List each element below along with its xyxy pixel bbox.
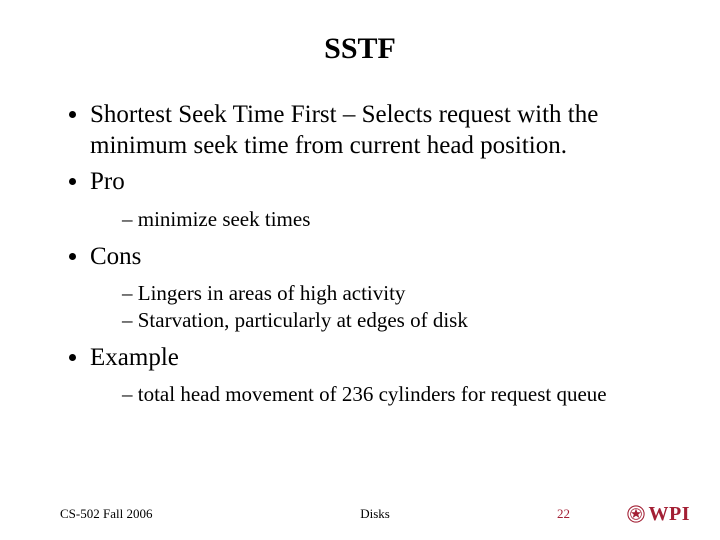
wpi-logo-text: WPI	[649, 503, 691, 526]
sub-list: total head movement of 236 cylinders for…	[90, 381, 660, 407]
sub-list: minimize seek times	[90, 206, 660, 232]
wpi-seal-icon	[627, 505, 645, 523]
bullet-item: Cons Lingers in areas of high activity S…	[90, 242, 660, 333]
bullet-text: Example	[90, 344, 179, 371]
page-title: SSTF	[60, 32, 660, 66]
sub-item: Lingers in areas of high activity	[122, 280, 660, 306]
slide: SSTF Shortest Seek Time First – Selects …	[0, 0, 720, 540]
footer: CS-502 Fall 2006 Disks 22 WPI	[60, 506, 690, 522]
footer-course: CS-502 Fall 2006	[60, 506, 152, 522]
sub-item: Starvation, particularly at edges of dis…	[122, 307, 660, 333]
footer-topic: Disks	[360, 506, 390, 522]
footer-logo: WPI	[627, 503, 691, 526]
bullet-text: Cons	[90, 243, 141, 270]
bullet-list: Shortest Seek Time First – Selects reque…	[60, 100, 660, 408]
sub-list: Lingers in areas of high activity Starva…	[90, 280, 660, 333]
sub-item: minimize seek times	[122, 206, 660, 232]
bullet-item: Example total head movement of 236 cylin…	[90, 343, 660, 408]
bullet-text: Pro	[90, 168, 125, 195]
bullet-item: Shortest Seek Time First – Selects reque…	[90, 100, 660, 161]
bullet-item: Pro minimize seek times	[90, 167, 660, 232]
footer-page-number: 22	[557, 506, 570, 522]
sub-item: total head movement of 236 cylinders for…	[122, 381, 660, 407]
